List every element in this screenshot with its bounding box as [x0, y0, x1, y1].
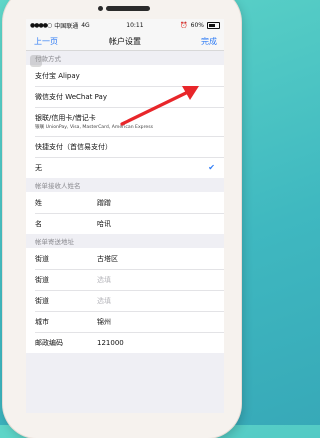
alarm-icon: ⏰ — [180, 21, 188, 29]
street-field-2[interactable]: 选填 — [97, 275, 111, 285]
payment-section-header: 付款方式 — [35, 55, 61, 63]
street-row-3[interactable]: 街道 选填 — [26, 290, 224, 311]
payment-option-none[interactable]: 无 ✔ — [26, 157, 224, 178]
postcode-row[interactable]: 邮政编码 121000 — [26, 332, 224, 353]
postcode-field[interactable]: 121000 — [97, 339, 124, 347]
field-label: 街道 — [35, 275, 49, 284]
option-label: 支付宝 Alipay — [35, 71, 80, 80]
last-name-row[interactable]: 姓 蹭蹭 — [26, 192, 224, 213]
payment-option-wechat[interactable]: 微信支付 WeChat Pay — [26, 86, 224, 107]
earpiece — [106, 6, 150, 11]
street-field-3[interactable]: 选填 — [97, 296, 111, 306]
first-name-row[interactable]: 名 哈讯 — [26, 213, 224, 234]
recipient-section-header: 帐单接收人姓名 — [35, 182, 81, 190]
field-label: 街道 — [35, 296, 49, 305]
checkmark-icon: ✔ — [208, 163, 215, 172]
first-name-field[interactable]: 哈讯 — [97, 219, 111, 229]
screen: ●●●●○ 中国联通 4G 10:11 ⏰ 60% 上一页 帐户设置 完成 付款… — [26, 19, 224, 413]
street-field-1[interactable]: 古塔区 — [97, 254, 118, 264]
recipient-fields: 姓 蹭蹭 名 哈讯 — [26, 192, 224, 234]
battery-percent: 60% — [190, 21, 204, 29]
street-row-2[interactable]: 街道 选填 — [26, 269, 224, 290]
battery-icon — [206, 21, 220, 29]
field-label: 城市 — [35, 317, 49, 326]
payment-option-alipay[interactable]: 支付宝 Alipay — [26, 65, 224, 86]
navigation-bar: 上一页 帐户设置 完成 — [26, 31, 224, 51]
payment-options-list: 支付宝 Alipay 微信支付 WeChat Pay 银联/信用卡/借记卡 银联… — [26, 65, 224, 178]
field-label: 姓 — [35, 198, 42, 207]
option-sublabel: 银联 UnionPay, Visa, MasterCard, American … — [35, 125, 153, 130]
option-label: 银联/信用卡/借记卡 — [35, 114, 96, 122]
carrier-label: 中国联通 — [54, 22, 79, 30]
payment-option-quickpay[interactable]: 快捷支付（首信易支付） — [26, 136, 224, 157]
field-label: 街道 — [35, 254, 49, 263]
last-name-field[interactable]: 蹭蹭 — [97, 198, 111, 208]
clock: 10:11 — [126, 21, 144, 29]
address-fields: 街道 古塔区 街道 选填 街道 选填 城市 锦州 邮政编码 121000 — [26, 248, 224, 353]
network-label: 4G — [81, 21, 90, 29]
page-title: 帐户设置 — [109, 37, 141, 46]
city-field[interactable]: 锦州 — [97, 317, 111, 327]
option-label: 微信支付 WeChat Pay — [35, 92, 107, 101]
option-label: 快捷支付（首信易支付） — [35, 142, 112, 151]
signal-icon: ●●●●○ — [30, 21, 52, 29]
status-bar: ●●●●○ 中国联通 4G 10:11 ⏰ 60% — [26, 19, 224, 31]
payment-option-card[interactable]: 银联/信用卡/借记卡 银联 UnionPay, Visa, MasterCard… — [26, 107, 224, 136]
field-label: 名 — [35, 219, 42, 228]
done-button[interactable]: 完成 — [201, 36, 217, 47]
front-camera — [98, 6, 103, 11]
option-label: 无 — [35, 163, 42, 172]
field-label: 邮政编码 — [35, 338, 63, 347]
street-row-1[interactable]: 街道 古塔区 — [26, 248, 224, 269]
address-section-header: 帐单寄送地址 — [35, 238, 74, 246]
phone-frame: ●●●●○ 中国联通 4G 10:11 ⏰ 60% 上一页 帐户设置 完成 付款… — [3, 0, 241, 438]
city-row[interactable]: 城市 锦州 — [26, 311, 224, 332]
